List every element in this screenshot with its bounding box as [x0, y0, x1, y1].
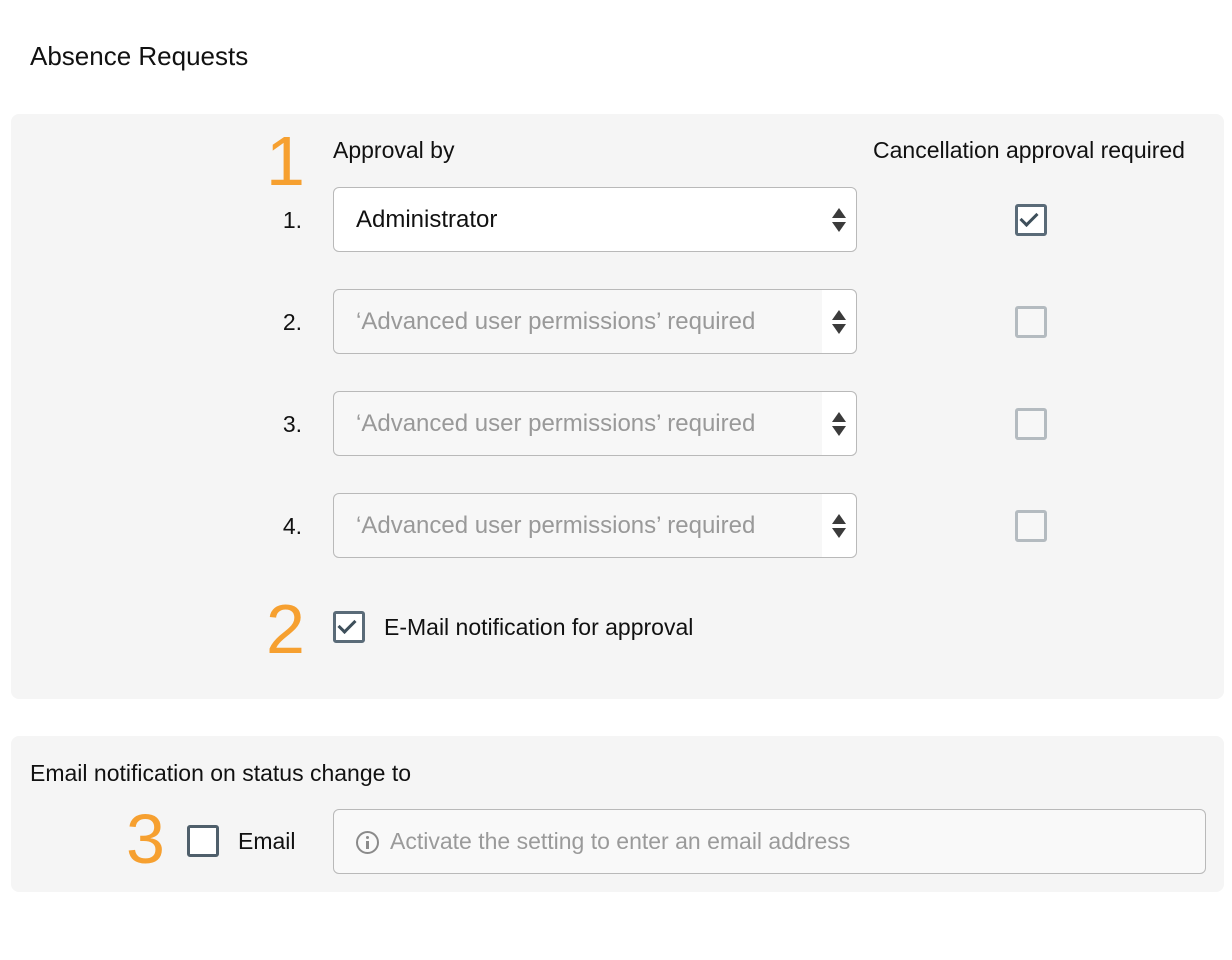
approval-level-number: 3.: [282, 411, 302, 437]
email-address-field: [333, 809, 1206, 874]
sort-arrows-icon: [832, 207, 846, 232]
email-status-checkbox[interactable]: [187, 825, 219, 857]
select-arrow-zone: [822, 392, 856, 455]
email-status-label[interactable]: Email: [238, 827, 296, 855]
select-arrow-zone: [822, 188, 856, 251]
email-notification-approval-label[interactable]: E-Mail notification for approval: [384, 613, 693, 641]
approver-select-1[interactable]: Administrator: [333, 187, 857, 252]
cancellation-checkbox-3[interactable]: [1015, 408, 1047, 440]
cancellation-approval-header: Cancellation approval required: [873, 137, 1185, 163]
approver-select-3[interactable]: ‘Advanced user permissions’ required: [333, 391, 857, 456]
checkmark-icon: [337, 614, 357, 635]
checkmark-icon: [1019, 207, 1039, 228]
callout-number-2: 2: [266, 590, 305, 668]
email-address-input[interactable]: [390, 810, 1190, 873]
select-arrow-zone: [822, 290, 856, 353]
approver-select-2[interactable]: ‘Advanced user permissions’ required: [333, 289, 857, 354]
approval-by-header: Approval by: [333, 137, 455, 163]
cancellation-checkbox-1[interactable]: [1015, 204, 1047, 236]
approval-level-number: 4.: [282, 513, 302, 539]
sort-arrows-icon: [832, 411, 846, 436]
select-arrow-zone: [822, 494, 856, 557]
callout-number-1: 1: [266, 122, 305, 200]
status-section-title: Email notification on status change to: [30, 760, 412, 786]
select-value: Administrator: [356, 206, 498, 233]
approver-select-4[interactable]: ‘Advanced user permissions’ required: [333, 493, 857, 558]
sort-arrows-icon: [832, 513, 846, 538]
email-notification-approval-checkbox[interactable]: [333, 611, 365, 643]
select-value: ‘Advanced user permissions’ required: [356, 308, 756, 335]
select-value: ‘Advanced user permissions’ required: [356, 512, 756, 539]
sort-arrows-icon: [832, 309, 846, 334]
cancellation-checkbox-2[interactable]: [1015, 306, 1047, 338]
callout-number-3: 3: [126, 800, 165, 878]
select-value: ‘Advanced user permissions’ required: [356, 410, 756, 437]
cancellation-checkbox-4[interactable]: [1015, 510, 1047, 542]
approval-level-number: 1.: [282, 207, 302, 233]
info-icon: [356, 831, 379, 854]
approval-level-number: 2.: [282, 309, 302, 335]
page-title: Absence Requests: [30, 41, 249, 71]
